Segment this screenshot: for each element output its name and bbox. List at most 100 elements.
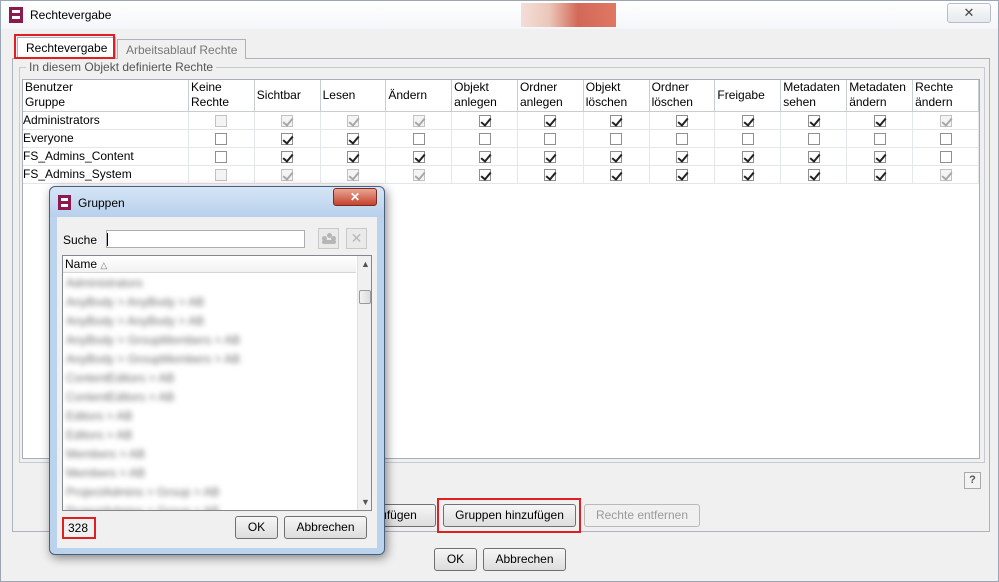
group-count: 328 (62, 517, 96, 539)
tab-arbeitsablauf-rechte[interactable]: Arbeitsablauf Rechte (117, 39, 247, 59)
list-item[interactable]: ProjectAdmins > Group > AB (63, 483, 356, 502)
permission-checkbox[interactable] (675, 168, 688, 181)
dialog-close-button[interactable]: ✕ (333, 188, 377, 206)
ok-button[interactable]: OK (434, 548, 477, 571)
permission-checkbox[interactable] (741, 132, 754, 145)
permission-checkbox[interactable] (412, 150, 425, 163)
permission-checkbox[interactable] (807, 150, 820, 163)
permission-cell (451, 165, 518, 184)
permission-cell (254, 129, 321, 148)
search-input[interactable] (106, 230, 305, 248)
list-item[interactable]: Members > AB (63, 445, 356, 464)
column-header[interactable]: Ordner löschen (649, 80, 716, 112)
table-row[interactable]: FS_Admins_Content (23, 147, 979, 166)
column-header[interactable]: Keine Rechte (188, 80, 255, 112)
table-row[interactable]: Administrators (23, 111, 979, 130)
permission-checkbox[interactable] (412, 132, 425, 145)
list-header-name[interactable]: Name △ (63, 256, 356, 273)
permission-checkbox[interactable] (675, 132, 688, 145)
permission-checkbox[interactable] (478, 132, 491, 145)
column-header[interactable]: Lesen (320, 80, 387, 112)
close-window-button[interactable]: ✕ (947, 3, 991, 23)
list-item[interactable]: Editors > AB (63, 407, 356, 426)
scroll-down-icon[interactable]: ▼ (358, 494, 371, 510)
permission-checkbox[interactable] (478, 168, 491, 181)
title-bar: Rechtevergabe ✕ (1, 1, 998, 29)
clear-search-button[interactable]: ✕ (346, 228, 367, 249)
list-item[interactable]: Members > AB (63, 464, 356, 483)
permission-cell (320, 165, 387, 184)
permission-checkbox[interactable] (741, 150, 754, 163)
permission-cell (385, 147, 453, 166)
column-header[interactable]: Rechte ändern (912, 80, 979, 112)
permission-checkbox[interactable] (873, 150, 886, 163)
tab-rechtevergabe[interactable]: Rechtevergabe (17, 37, 117, 59)
scroll-up-icon[interactable]: ▲ (358, 256, 371, 272)
group-filter-button[interactable] (318, 228, 339, 249)
permission-cell (714, 165, 782, 184)
scroll-thumb[interactable] (359, 290, 371, 304)
list-item[interactable]: AnyBody > GroupMembers > AB (63, 331, 356, 350)
column-header[interactable]: Metadaten sehen (780, 80, 848, 112)
list-item[interactable]: Editors > AB (63, 426, 356, 445)
column-header[interactable]: Objekt löschen (583, 80, 650, 112)
dialog-cancel-button[interactable]: Abbrechen (284, 516, 367, 539)
column-header[interactable]: Freigabe (714, 80, 782, 112)
permission-checkbox[interactable] (610, 132, 623, 145)
permission-checkbox[interactable] (873, 132, 886, 145)
permission-cell (320, 129, 387, 148)
permission-checkbox[interactable] (346, 132, 359, 145)
list-item[interactable]: ContentEditors > AB (63, 369, 356, 388)
help-button[interactable]: ? (964, 472, 981, 489)
permission-checkbox[interactable] (346, 150, 359, 163)
list-item[interactable]: ProjectAdmins > Group > AB (63, 502, 356, 510)
dialog-ok-button[interactable]: OK (235, 516, 278, 539)
permission-checkbox[interactable] (544, 150, 557, 163)
group-name-cell: Administrators (23, 111, 190, 130)
column-header[interactable]: Ordner anlegen (517, 80, 584, 112)
permission-checkbox[interactable] (610, 114, 623, 127)
permission-checkbox[interactable] (478, 114, 491, 127)
permission-checkbox[interactable] (873, 168, 886, 181)
column-header[interactable]: Ändern (385, 80, 453, 112)
permission-checkbox[interactable] (741, 168, 754, 181)
permission-checkbox[interactable] (807, 132, 820, 145)
permission-cell (649, 147, 716, 166)
permission-checkbox[interactable] (544, 132, 557, 145)
permission-checkbox[interactable] (215, 132, 228, 145)
permission-checkbox[interactable] (610, 168, 623, 181)
permission-checkbox[interactable] (873, 114, 886, 127)
permission-checkbox[interactable] (675, 150, 688, 163)
permission-checkbox[interactable] (478, 150, 491, 163)
list-scrollbar[interactable]: ▲ ▼ (357, 256, 371, 510)
list-item[interactable]: AnyBody > AnyBody > AB (63, 312, 356, 331)
table-row[interactable]: Everyone (23, 129, 979, 148)
permission-checkbox[interactable] (544, 114, 557, 127)
permission-checkbox[interactable] (281, 150, 294, 163)
permission-checkbox[interactable] (807, 168, 820, 181)
permission-checkbox[interactable] (281, 132, 294, 145)
permission-cell (385, 165, 453, 184)
list-item[interactable]: Administrators (63, 274, 356, 293)
column-header[interactable]: Benutzer Gruppe (23, 80, 190, 112)
remove-rights-button[interactable]: Rechte entfernen (584, 504, 700, 527)
permission-checkbox[interactable] (939, 150, 952, 163)
list-item[interactable]: AnyBody > AnyBody > AB (63, 293, 356, 312)
table-row[interactable]: FS_Admins_System (23, 165, 979, 184)
column-header[interactable]: Sichtbar (254, 80, 321, 112)
permission-checkbox[interactable] (215, 150, 228, 163)
permission-checkbox[interactable] (939, 132, 952, 145)
list-item[interactable]: AnyBody > GroupMembers > AB (63, 350, 356, 369)
permission-checkbox[interactable] (610, 150, 623, 163)
column-header[interactable]: Metadaten ändern (846, 80, 914, 112)
list-item[interactable]: ContentEditors > AB (63, 388, 356, 407)
permission-checkbox[interactable] (741, 114, 754, 127)
permission-cell (780, 147, 848, 166)
permission-checkbox[interactable] (807, 114, 820, 127)
column-header[interactable]: Objekt anlegen (451, 80, 518, 112)
permission-checkbox[interactable] (544, 168, 557, 181)
cancel-button[interactable]: Abbrechen (483, 548, 566, 571)
add-groups-button[interactable]: Gruppen hinzufügen (443, 504, 576, 527)
permission-checkbox[interactable] (675, 114, 688, 127)
permission-cell (846, 129, 914, 148)
